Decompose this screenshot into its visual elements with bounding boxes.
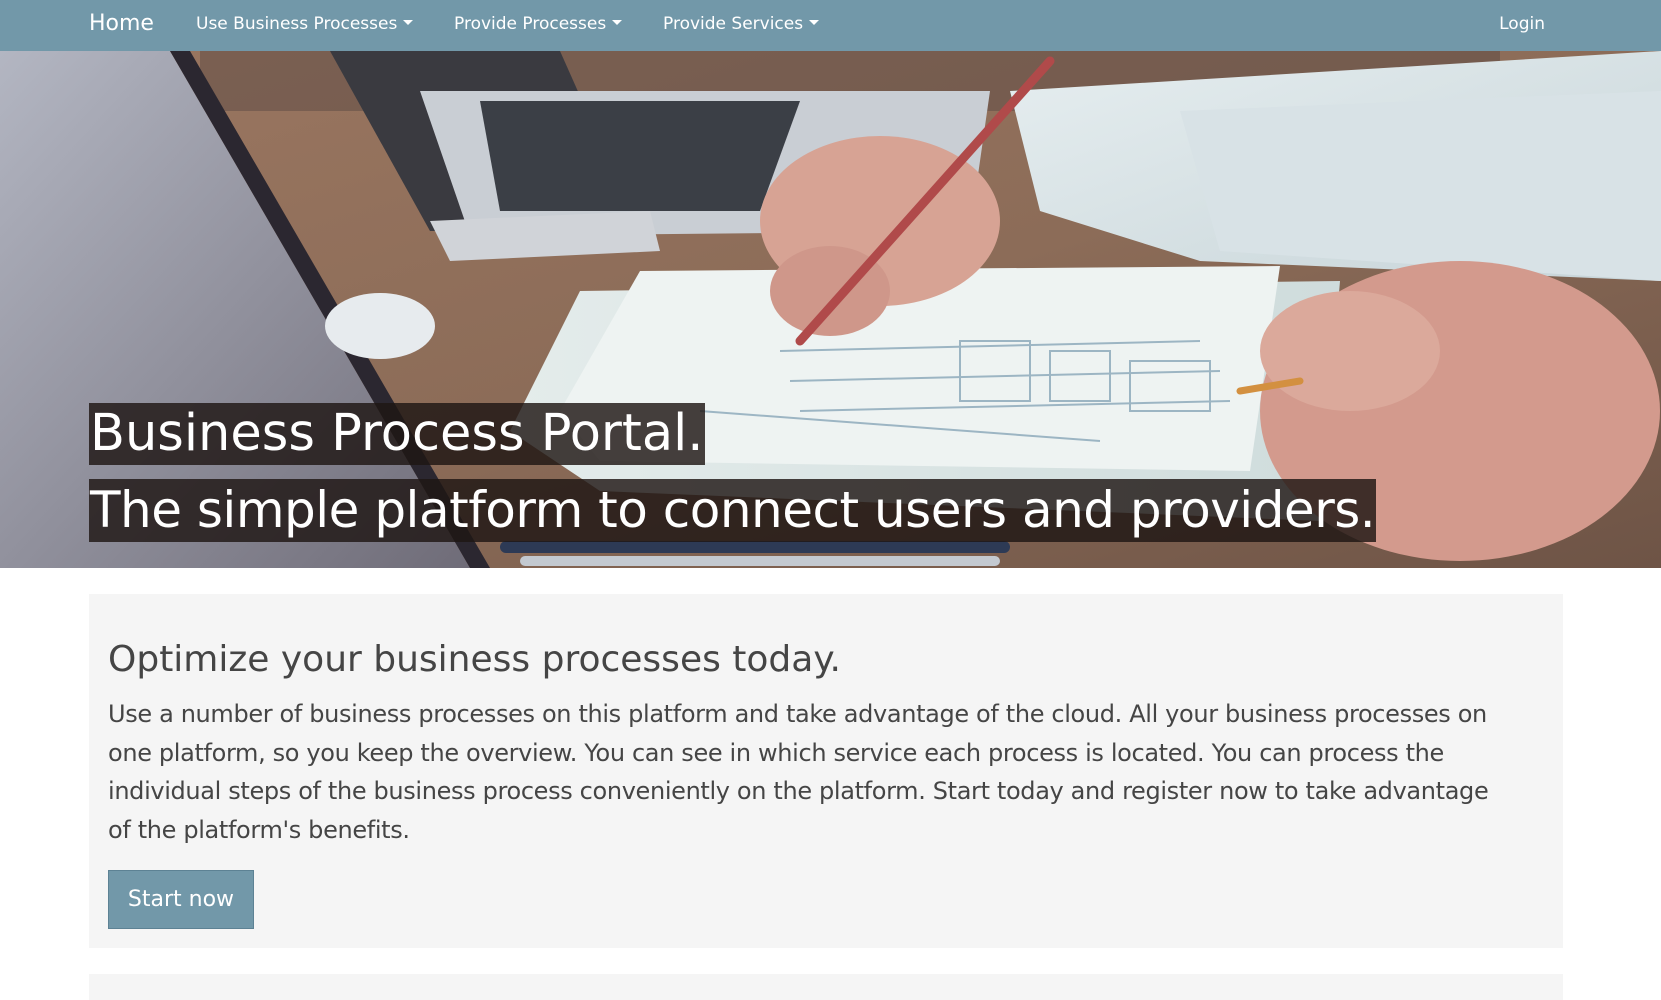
nav-provide-services-dropdown[interactable]: Provide Services	[663, 13, 820, 35]
nav-provide-processes-dropdown[interactable]: Provide Processes	[454, 13, 623, 35]
caret-down-icon	[809, 19, 820, 25]
top-navbar: Home Use Business Processes Provide Proc…	[0, 0, 1661, 51]
caret-down-icon	[403, 19, 414, 25]
next-panel	[89, 974, 1563, 1000]
intro-text: Use a number of business processes on th…	[108, 700, 1489, 844]
login-link[interactable]: Login	[1499, 13, 1545, 35]
nav-home-link[interactable]: Home	[89, 10, 154, 38]
nav-provide-processes-label: Provide Processes	[454, 14, 607, 34]
caret-down-icon	[612, 19, 623, 25]
hero-title: Business Process Portal.	[89, 403, 705, 465]
start-now-button[interactable]: Start now	[108, 870, 254, 929]
hero-banner: Business Process Portal. The simple plat…	[0, 51, 1661, 568]
nav-use-business-processes-dropdown[interactable]: Use Business Processes	[196, 13, 414, 35]
intro-panel: Optimize your business processes today. …	[89, 594, 1563, 948]
nav-use-business-processes-label: Use Business Processes	[196, 14, 398, 34]
intro-heading: Optimize your business processes today.	[108, 639, 841, 680]
nav-provide-services-label: Provide Services	[663, 14, 804, 34]
hero-subtitle: The simple platform to connect users and…	[89, 479, 1377, 542]
